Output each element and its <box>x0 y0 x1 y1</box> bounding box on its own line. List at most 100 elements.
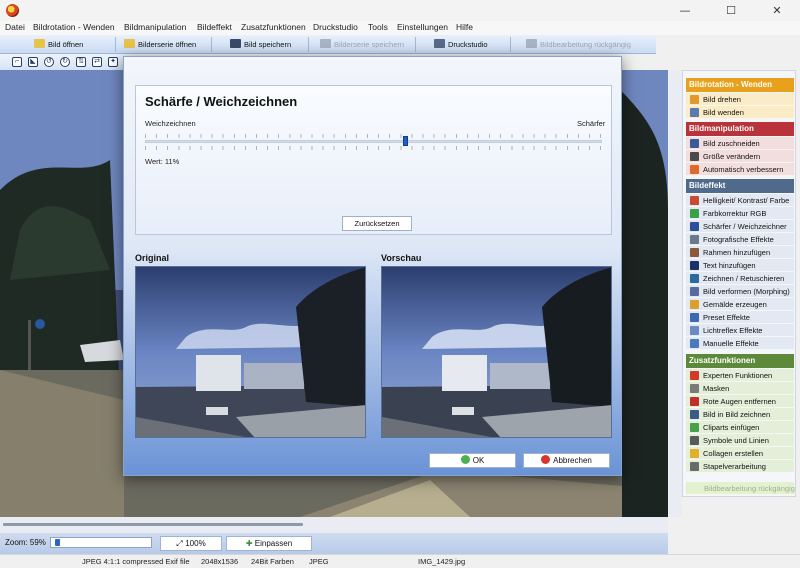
panel-item-picture-in-picture[interactable]: Bild in Bild zeichnen <box>686 408 794 421</box>
rotate-right-icon[interactable]: ↻ <box>60 57 70 67</box>
panel-item-brightness[interactable]: Helligkeit/ Kontrast/ Farbe <box>686 194 794 207</box>
crop-icon[interactable]: ⌐ <box>12 57 22 67</box>
menu-datei[interactable]: Datei <box>5 22 25 32</box>
panel-item-rgb[interactable]: Farbkorrektur RGB <box>686 207 794 220</box>
zoom-slider[interactable] <box>50 537 152 548</box>
panel-item-lens-flare[interactable]: Lichtreflex Effekte <box>686 324 794 337</box>
lens-flare-icon <box>690 326 699 335</box>
panel-item-resize[interactable]: Größe verändern <box>686 150 794 163</box>
undo-icon <box>526 39 537 48</box>
rotate-left-icon[interactable]: ↺ <box>44 57 54 67</box>
menu-zusatzfunktionen[interactable]: Zusatzfunktionen <box>241 22 306 32</box>
canvas-vertical-scrollbar[interactable] <box>669 70 682 517</box>
menu-druckstudio[interactable]: Druckstudio <box>313 22 358 32</box>
canvas-horizontal-scrollbar[interactable] <box>0 517 668 533</box>
flip-icon <box>690 108 699 117</box>
panel-item-rotate[interactable]: Bild drehen <box>686 93 794 106</box>
panel-item-crop[interactable]: Bild zuschneiden <box>686 137 794 150</box>
manual-effects-icon <box>690 339 699 348</box>
original-label: Original <box>135 253 170 263</box>
zoom-icon: ⤢ <box>176 539 186 548</box>
symbols-icon <box>690 436 699 445</box>
frame-icon <box>690 248 699 257</box>
slider-value-text: Wert: 11% <box>145 157 180 166</box>
panel-item-expert[interactable]: Experten Funktionen <box>686 369 794 382</box>
mirror-icon[interactable]: ⇄ <box>92 57 102 67</box>
slider-max-label: Schärfer <box>577 119 606 128</box>
flip-icon[interactable]: ⇅ <box>76 57 86 67</box>
panel-item-batch[interactable]: Stapelverarbeitung <box>686 460 794 473</box>
zoom-label: Zoom: 59% <box>5 538 46 547</box>
panel-item-painting[interactable]: Gemälde erzeugen <box>686 298 794 311</box>
brush-icon <box>690 274 699 283</box>
panel-item-masks[interactable]: Masken <box>686 382 794 395</box>
rgb-icon <box>690 209 699 218</box>
open-image-button[interactable]: Bild öffnen <box>34 37 83 52</box>
menu-hilfe[interactable]: Hilfe <box>456 22 473 32</box>
section-effect[interactable]: Bildeffekt <box>686 179 794 193</box>
zoom-100-button[interactable]: ⤢ 100% <box>160 536 222 551</box>
dialog-title: Schärfe / Weichzeichnen <box>145 94 298 109</box>
section-extra[interactable]: Zusatzfunktionen <box>686 354 794 368</box>
panel-item-collage[interactable]: Collagen erstellen <box>686 447 794 460</box>
sharpen-icon <box>690 222 699 231</box>
print-studio-button[interactable]: Druckstudio <box>434 37 488 52</box>
original-photo <box>136 267 365 437</box>
folder-icon <box>124 39 135 48</box>
sharpness-slider-thumb[interactable] <box>403 136 409 146</box>
painting-icon <box>690 300 699 309</box>
ok-button[interactable]: OK <box>429 453 516 468</box>
zoom-slider-thumb[interactable] <box>55 539 60 546</box>
resize-icon[interactable]: ◣ <box>28 57 38 67</box>
panel-item-sharpen[interactable]: Schärfer / Weichzeichner <box>686 220 794 233</box>
menu-bildmanipulation[interactable]: Bildmanipulation <box>124 22 186 32</box>
slider-ticks-top <box>145 134 602 138</box>
menu-bildrotation[interactable]: Bildrotation - Wenden <box>33 22 115 32</box>
panel-item-red-eye[interactable]: Rote Augen entfernen <box>686 395 794 408</box>
function-panel: Bildrotation - Wenden Bild drehen Bild w… <box>682 70 796 497</box>
menu-tools[interactable]: Tools <box>368 22 388 32</box>
folder-icon <box>34 39 45 48</box>
panel-item-draw[interactable]: Zeichnen / Retuschieren <box>686 272 794 285</box>
panel-item-photo-effects[interactable]: Fotografische Effekte <box>686 233 794 246</box>
quick-tools-bar: ⌐ ◣ ↺ ↻ ⇅ ⇄ ✦ <box>0 54 124 70</box>
scrollbar-thumb[interactable] <box>3 523 303 526</box>
panel-item-preset[interactable]: Preset Effekte <box>686 311 794 324</box>
open-series-button[interactable]: Bilderserie öffnen <box>124 37 196 52</box>
menu-bildeffekt[interactable]: Bildeffekt <box>197 22 232 32</box>
panel-item-morphing[interactable]: Bild verformen (Morphing) <box>686 285 794 298</box>
panel-item-cliparts[interactable]: Cliparts einfügen <box>686 421 794 434</box>
printer-icon <box>434 39 445 48</box>
reset-button[interactable]: Zurücksetzen <box>342 216 412 231</box>
text-icon <box>690 261 699 270</box>
panel-item-text[interactable]: Text hinzufügen <box>686 259 794 272</box>
rotate-icon <box>690 95 699 104</box>
picture-icon <box>690 410 699 419</box>
panel-item-frame[interactable]: Rahmen hinzufügen <box>686 246 794 259</box>
panel-item-symbols[interactable]: Symbole und Linien <box>686 434 794 447</box>
effect-icon[interactable]: ✦ <box>108 57 118 67</box>
status-dimensions: 2048x1536 <box>201 557 239 566</box>
fit-button[interactable]: ✚ Einpassen <box>226 536 312 551</box>
panel-undo-button[interactable]: Bildbearbeitung rückgängig <box>686 482 795 495</box>
section-rotation[interactable]: Bildrotation - Wenden <box>686 78 794 92</box>
status-filename: IMG_1429.jpg <box>418 557 466 566</box>
minimize-icon[interactable]: — <box>662 0 708 21</box>
app-icon <box>6 4 19 17</box>
panel-item-manual[interactable]: Manuelle Effekte <box>686 337 794 350</box>
menu-einstellungen[interactable]: Einstellungen <box>397 22 448 32</box>
sharpness-slider[interactable] <box>145 140 602 143</box>
brightness-icon <box>690 196 699 205</box>
cancel-button[interactable]: Abbrechen <box>523 453 610 468</box>
panel-item-auto-enhance[interactable]: Automatisch verbessern <box>686 163 794 176</box>
save-series-button[interactable]: Bilderserie speichern <box>320 37 404 52</box>
close-icon[interactable]: ✕ <box>754 0 800 21</box>
undo-button[interactable]: Bildbearbeitung rückgängig <box>526 37 631 52</box>
panel-item-flip[interactable]: Bild wenden <box>686 106 794 119</box>
section-manipulation[interactable]: Bildmanipulation <box>686 122 794 136</box>
maximize-icon[interactable]: ☐ <box>708 0 754 21</box>
preview-image <box>381 266 612 438</box>
cancel-icon <box>541 455 551 464</box>
original-image <box>135 266 366 438</box>
save-image-button[interactable]: Bild speichern <box>230 37 291 52</box>
